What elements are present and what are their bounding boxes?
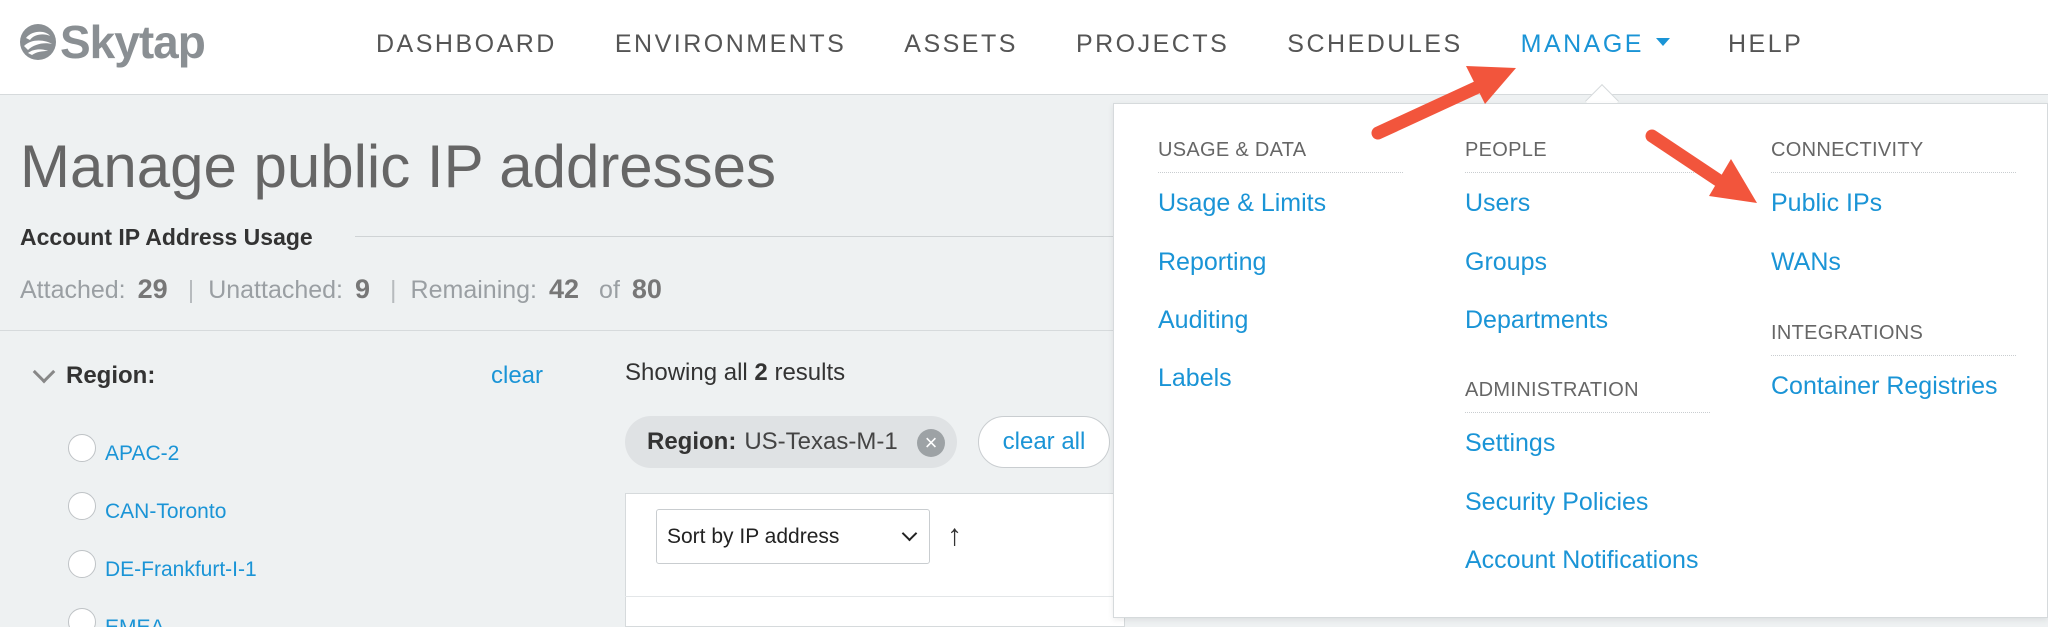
menu-item-container-registries[interactable]: Container Registries xyxy=(1771,372,1998,401)
nav-manage[interactable]: MANAGE xyxy=(1521,30,1670,59)
radio-button[interactable] xyxy=(68,550,96,578)
attached-label: Attached: xyxy=(20,276,126,304)
section-heading-administration: ADMINISTRATION xyxy=(1465,379,1710,413)
region-option-label[interactable]: EMEA xyxy=(105,616,165,627)
results-summary: Showing all 2 results xyxy=(625,359,845,387)
radio-button[interactable] xyxy=(68,608,96,627)
region-option-label[interactable]: DE-Frankfurt-I-1 xyxy=(105,558,257,582)
people-column: PEOPLE xyxy=(1465,139,1710,173)
nav-manage-label: MANAGE xyxy=(1520,30,1644,58)
region-filter-label: Region: xyxy=(66,362,156,389)
brand-name: Skytap xyxy=(60,16,206,68)
chevron-down-icon xyxy=(32,360,56,384)
unattached-label: Unattached: xyxy=(208,276,344,304)
region-option[interactable]: EMEA xyxy=(68,608,165,627)
administration-column: ADMINISTRATION xyxy=(1465,379,1710,413)
connectivity-column: CONNECTIVITY xyxy=(1771,139,2016,173)
menu-item-departments[interactable]: Departments xyxy=(1465,306,1608,335)
of-label: of xyxy=(599,276,620,304)
top-navigation-bar: Skytap DASHBOARD ENVIRONMENTS ASSETS PRO… xyxy=(0,0,2048,95)
sort-direction-icon[interactable]: ↑ xyxy=(947,519,962,553)
menu-item-account-notifications[interactable]: Account Notifications xyxy=(1465,546,1698,575)
integrations-column: INTEGRATIONS xyxy=(1771,322,2016,356)
nav-help[interactable]: HELP xyxy=(1728,30,1803,59)
menu-item-labels[interactable]: Labels xyxy=(1158,364,1232,393)
region-option[interactable]: DE-Frankfurt-I-1 xyxy=(68,550,257,584)
region-filter-toggle[interactable]: Region: xyxy=(30,360,156,390)
region-option[interactable]: APAC-2 xyxy=(68,434,179,468)
section-heading-connectivity: CONNECTIVITY xyxy=(1771,139,2016,173)
menu-item-security-policies[interactable]: Security Policies xyxy=(1465,488,1648,517)
menu-item-reporting[interactable]: Reporting xyxy=(1158,248,1266,277)
usage-stats: Attached: 29 | Unattached: 9 | Remaining: 42 of 8… xyxy=(20,274,668,305)
menu-item-auditing[interactable]: Auditing xyxy=(1158,306,1248,335)
nav-schedules[interactable]: SCHEDULES xyxy=(1287,30,1462,59)
active-filter-chip: Region: US-Texas-M-1 × xyxy=(625,416,957,468)
clear-all-button[interactable]: clear all xyxy=(978,416,1110,468)
menu-item-public-ips[interactable]: Public IPs xyxy=(1771,189,1882,218)
content-divider xyxy=(0,330,1120,331)
clear-region-link[interactable]: clear xyxy=(491,362,543,390)
manage-dropdown-menu: USAGE & DATA Usage & Limits Reporting Au… xyxy=(1113,103,2048,618)
attached-value: 29 xyxy=(137,274,168,304)
usage-heading: Account IP Address Usage xyxy=(20,224,313,250)
nav-assets[interactable]: ASSETS xyxy=(904,30,1018,59)
usage-heading-rule xyxy=(355,236,1115,237)
unattached-value: 9 xyxy=(355,274,371,304)
menu-item-wans[interactable]: WANs xyxy=(1771,248,1841,277)
menu-item-groups[interactable]: Groups xyxy=(1465,248,1547,277)
showing-suffix: results xyxy=(774,359,846,386)
remove-filter-icon[interactable]: × xyxy=(917,429,945,457)
region-option-label[interactable]: CAN-Toronto xyxy=(105,500,226,524)
page-title: Manage public IP addresses xyxy=(20,133,777,200)
results-panel-rule xyxy=(625,596,1125,597)
region-option-label[interactable]: APAC-2 xyxy=(105,442,179,466)
nav-projects[interactable]: PROJECTS xyxy=(1076,30,1229,59)
skytap-logo[interactable]: Skytap xyxy=(18,12,206,72)
main-nav: DASHBOARD ENVIRONMENTS ASSETS PROJECTS S… xyxy=(376,30,1861,59)
sort-select[interactable]: Sort by IP address xyxy=(656,509,930,564)
usage-data-column: USAGE & DATA xyxy=(1158,139,1403,173)
section-heading-usage-data: USAGE & DATA xyxy=(1158,139,1403,173)
section-heading-people: PEOPLE xyxy=(1465,139,1710,173)
radio-button[interactable] xyxy=(68,434,96,462)
chip-label: Region: xyxy=(647,428,737,455)
separator: | xyxy=(187,276,195,304)
skytap-swirl-icon xyxy=(20,24,56,60)
nav-environments[interactable]: ENVIRONMENTS xyxy=(615,30,846,59)
section-heading-integrations: INTEGRATIONS xyxy=(1771,322,2016,356)
region-option[interactable]: CAN-Toronto xyxy=(68,492,226,526)
nav-dashboard[interactable]: DASHBOARD xyxy=(376,30,557,59)
total-value: 80 xyxy=(631,274,662,304)
menu-item-usage-limits[interactable]: Usage & Limits xyxy=(1158,189,1326,218)
chip-value: US-Texas-M-1 xyxy=(744,428,898,455)
separator: | xyxy=(390,276,397,304)
caret-down-icon xyxy=(1655,38,1670,47)
chevron-down-icon xyxy=(901,525,918,542)
menu-item-settings[interactable]: Settings xyxy=(1465,429,1555,458)
results-count: 2 xyxy=(754,359,768,386)
radio-button[interactable] xyxy=(68,492,96,520)
remaining-label: Remaining: xyxy=(410,276,537,304)
menu-item-users[interactable]: Users xyxy=(1465,189,1530,218)
remaining-value: 42 xyxy=(549,274,580,304)
showing-prefix: Showing all xyxy=(625,359,748,386)
sort-select-value: Sort by IP address xyxy=(667,524,840,548)
